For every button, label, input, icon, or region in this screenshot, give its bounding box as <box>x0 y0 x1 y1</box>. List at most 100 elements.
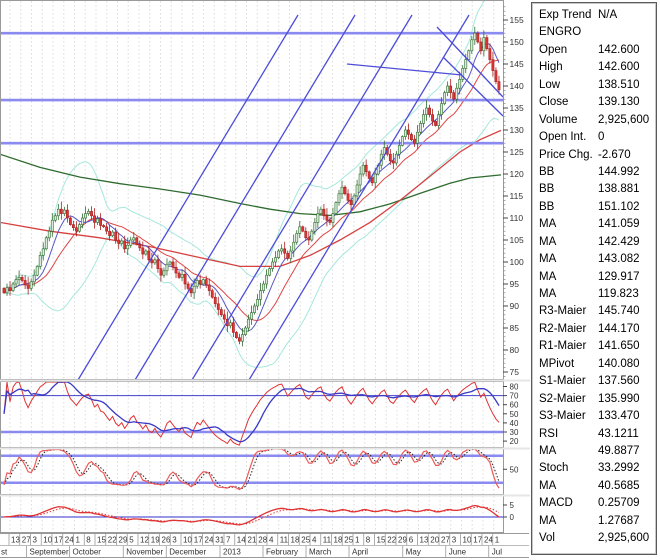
info-value: 142.600 <box>598 59 640 76</box>
info-row-ma: MA 142.429 <box>532 234 656 251</box>
svg-text:30: 30 <box>510 428 519 437</box>
info-row-bb: BB144.992 <box>532 164 656 181</box>
info-value: 40.5685 <box>598 478 640 495</box>
info-label: MA <box>539 218 556 230</box>
info-value: 0 <box>598 129 604 146</box>
svg-text:3: 3 <box>33 536 38 545</box>
svg-text:120: 120 <box>510 169 524 179</box>
svg-text:10: 10 <box>43 536 52 545</box>
svg-text:September: September <box>30 548 69 557</box>
info-value: 142.429 <box>598 234 640 251</box>
svg-text:130: 130 <box>510 125 524 135</box>
info-value: 119.823 <box>598 286 639 303</box>
svg-text:4: 4 <box>269 536 274 545</box>
info-row-ma: MA49.8877 <box>532 443 656 460</box>
info-row-bb: BB151.102 <box>532 199 656 216</box>
svg-text:May: May <box>406 548 421 557</box>
info-row-engro: ENGRO <box>532 24 656 41</box>
svg-text:1: 1 <box>355 536 360 545</box>
svg-text:11: 11 <box>280 536 289 545</box>
info-row-high: High 142.600 <box>532 59 656 76</box>
svg-text:15: 15 <box>377 536 386 545</box>
info-label: High <box>539 61 563 73</box>
info-label: R2-Maier <box>539 323 586 335</box>
svg-text:11: 11 <box>323 536 332 545</box>
svg-text:21: 21 <box>248 536 257 545</box>
svg-text:December: December <box>169 548 206 557</box>
info-label: MA <box>539 253 556 265</box>
svg-text:24: 24 <box>65 536 74 545</box>
info-row-bb: BB 138.881 <box>532 181 656 198</box>
info-value: 43.1211 <box>598 426 639 443</box>
info-row-price-chg-: Price Chg.-2.670 <box>532 147 656 164</box>
trendlines <box>78 15 503 380</box>
rsi-panel <box>0 382 503 445</box>
svg-text:80: 80 <box>510 345 520 355</box>
info-label: Low <box>539 79 560 91</box>
info-label: MA <box>539 515 556 527</box>
price-chart-canvas[interactable]: 1551501451401351301251201151101051009590… <box>0 0 532 560</box>
info-label: S2-Maier <box>539 393 586 405</box>
svg-text:17: 17 <box>473 536 482 545</box>
info-label: BB <box>539 183 554 195</box>
info-row-volume: Volume2,925,600 <box>532 112 656 129</box>
svg-text:20: 20 <box>430 536 439 545</box>
svg-text:14: 14 <box>237 536 246 545</box>
info-label: MA <box>539 480 556 492</box>
svg-text:70: 70 <box>510 392 519 401</box>
info-row-macd: MACD0.25709 <box>532 495 656 512</box>
info-value: 2,925,600 <box>598 530 649 547</box>
info-label: Open Int. <box>539 131 586 143</box>
info-label: MA <box>539 236 556 248</box>
svg-text:5: 5 <box>510 501 515 510</box>
svg-text:75: 75 <box>510 367 520 377</box>
info-value: 138.510 <box>598 77 640 94</box>
svg-text:6: 6 <box>409 536 414 545</box>
info-row-open: Open142.600 <box>532 42 656 59</box>
info-row-close: Close139.130 <box>532 94 656 111</box>
info-row-ma: MA119.823 <box>532 286 656 303</box>
svg-text:8: 8 <box>366 536 371 545</box>
date-axis: 1327310172418152229512192631017243171421… <box>0 534 529 558</box>
info-row-low: Low 138.510 <box>532 77 656 94</box>
info-value: 133.470 <box>598 408 640 425</box>
svg-text:40: 40 <box>510 419 519 428</box>
info-row-mpivot: MPivot140.080 <box>532 356 656 373</box>
svg-text:19: 19 <box>151 536 160 545</box>
info-row-r3-maier: R3-Maier145.740 <box>532 303 656 320</box>
svg-text:4: 4 <box>312 536 317 545</box>
info-row-s3-maier: S3-Maier 133.470 <box>532 408 656 425</box>
svg-text:29: 29 <box>398 536 407 545</box>
stochastic-panel <box>0 449 503 490</box>
info-row-vol: Vol 2,925,600 <box>532 530 656 547</box>
info-row-ma: MA 40.5685 <box>532 478 656 495</box>
svg-text:25: 25 <box>301 536 310 545</box>
svg-text:26: 26 <box>162 536 171 545</box>
info-label: R3-Maier <box>539 305 586 317</box>
svg-text:2013: 2013 <box>223 548 241 557</box>
svg-text:17: 17 <box>194 536 203 545</box>
info-row-s2-maier: S2-Maier135.990 <box>532 391 656 408</box>
svg-text:17: 17 <box>54 536 63 545</box>
info-value: 138.881 <box>598 181 640 198</box>
svg-text:31: 31 <box>215 536 224 545</box>
macd-panel <box>0 506 503 525</box>
main-price-panel <box>0 0 501 367</box>
info-row-s1-maier: S1-Maier137.560 <box>532 373 656 390</box>
info-label: S3-Maier <box>539 410 586 422</box>
info-row-exp-trend: Exp TrendN/A <box>532 7 656 24</box>
info-row-ma: MA1.27687 <box>532 513 656 530</box>
info-label: R1-Maier <box>539 340 586 352</box>
svg-text:13: 13 <box>11 536 20 545</box>
svg-text:15: 15 <box>97 536 106 545</box>
info-label: Vol <box>539 532 555 544</box>
info-label: Volume <box>539 114 577 126</box>
svg-text:0: 0 <box>510 513 515 522</box>
info-row-open-int-: Open Int. 0 <box>532 129 656 146</box>
info-value: 144.170 <box>598 321 640 338</box>
svg-text:1: 1 <box>76 536 81 545</box>
info-value: -2.670 <box>598 147 631 164</box>
svg-text:22: 22 <box>387 536 396 545</box>
svg-text:24: 24 <box>205 536 214 545</box>
info-label: BB <box>539 201 554 213</box>
